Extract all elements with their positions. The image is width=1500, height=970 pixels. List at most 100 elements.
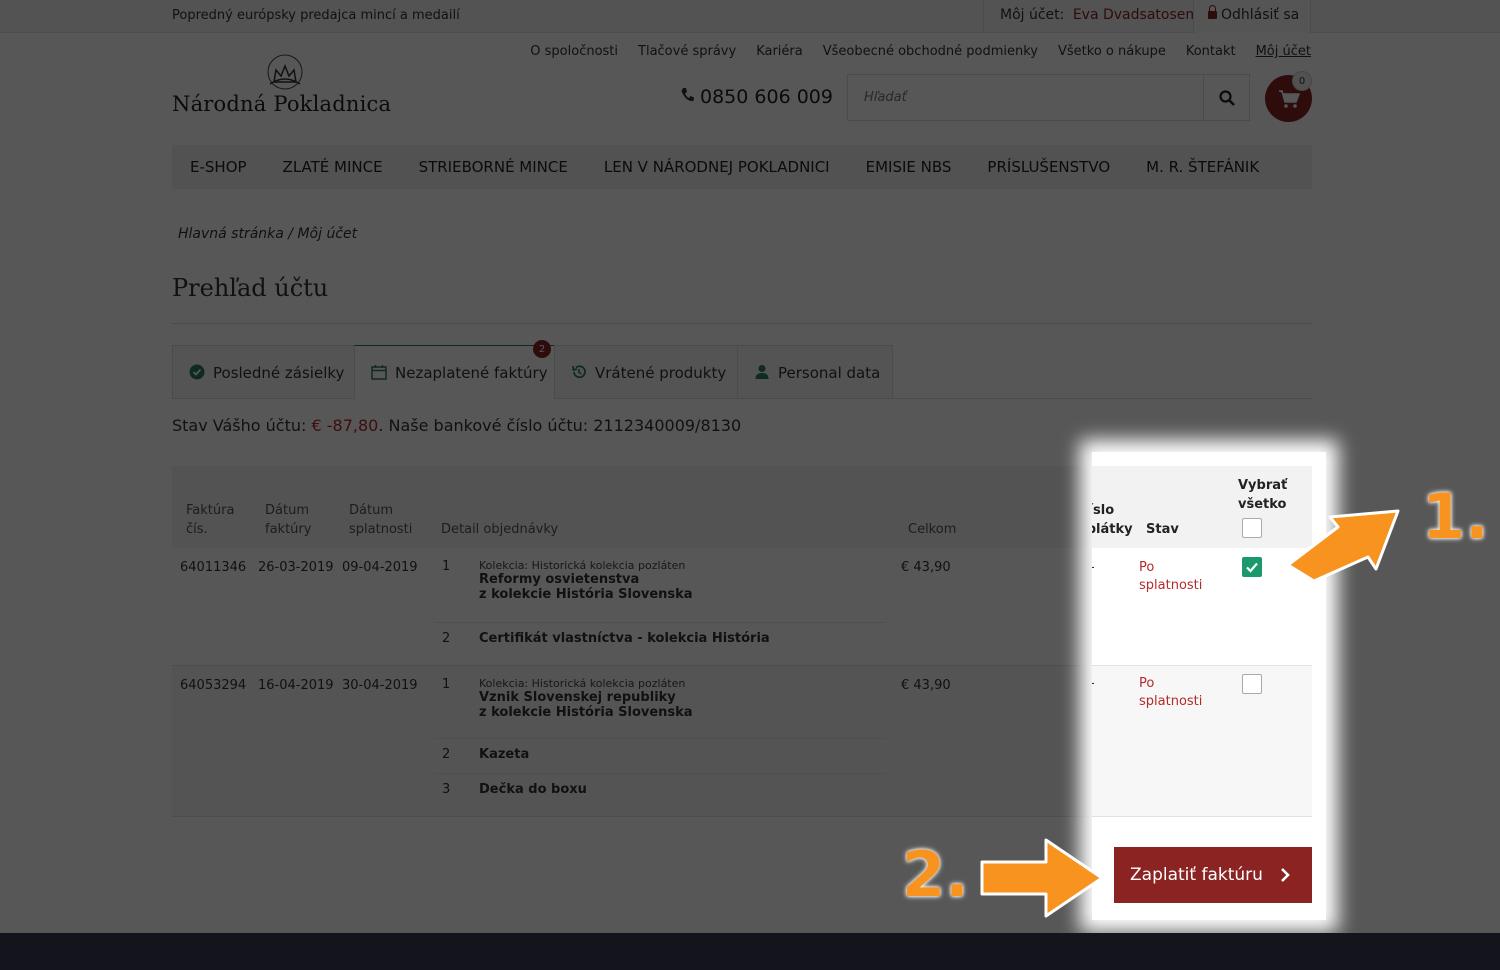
calendar-icon [371,365,387,380]
search-input[interactable] [848,75,1205,120]
order-item: 3 Dečka do boxu [434,774,886,814]
order-item: 1 Kolekcia: Historická kolekcia pozláten… [434,666,886,739]
link-obchodne-podmienky[interactable]: Všeobecné obchodné podmienky [823,44,1038,59]
logout-button[interactable]: Odhlásiť sa [1193,0,1311,33]
main-nav: E-SHOP ZLATÉ MINCE STRIEBORNÉ MINCE LEN … [172,145,1312,189]
annotation-step-2: 2. [902,838,969,911]
order-item: 2 Kazeta [434,739,886,774]
invoice-date: 16-04-2019 [258,678,334,693]
item-number: 2 [442,631,451,646]
page: Popredný európsky predajca mincí a medai… [0,0,1500,970]
installment-number: - [1092,675,1095,693]
account-tabs: Posledné zásielky Nezaplatené faktúry 2 … [172,340,1312,399]
link-kariera[interactable]: Kariéra [756,44,803,59]
order-item: 1 Kolekcia: Historická kolekcia pozláten… [434,548,886,623]
nav-item-stefanik[interactable]: M. R. ŠTEFÁNIK [1128,145,1277,189]
invoice-status: Po splatnosti [1139,676,1203,709]
item-name: Dečka do boxu [479,782,587,797]
invoice-date: 26-03-2019 [258,560,334,575]
link-kontakt[interactable]: Kontakt [1186,44,1236,59]
checkmark-icon [1246,562,1258,573]
unpaid-count-badge: 2 [533,340,551,358]
search-button[interactable] [1203,75,1249,120]
pay-invoice-label: Zaplatiť faktúru [1130,865,1263,885]
lock-icon [1208,5,1217,19]
phone-number[interactable]: 0850 606 009 [680,86,833,108]
item-name: Certifikát vlastníctva - kolekcia Histór… [479,631,770,646]
crown-emblem-icon [267,54,303,90]
breadcrumb[interactable]: Hlavná stránka / Môj účet [178,226,357,242]
tab-label: Posledné zásielky [213,364,345,382]
th-order-detail: Detail objednávky [441,522,559,537]
cart-icon [1278,89,1300,108]
due-date: 09-04-2019 [342,560,418,575]
check-circle-icon [189,364,205,380]
tagline: Popredný európsky predajca mincí a medai… [172,8,460,23]
chevron-right-icon [1281,868,1290,882]
th-invoice-date: Dátum faktúry [265,503,312,537]
nav-item-prislusenstvo[interactable]: PRÍSLUŠENSTVO [969,145,1128,189]
due-date: 30-04-2019 [342,678,418,693]
invoice-total: € 43,90 [901,560,951,575]
th-installment: Číslosplátky [1092,503,1133,537]
item-name: Reformy osvietenstva [479,572,640,587]
item-number: 1 [442,677,451,692]
nav-item-strieborne-mince[interactable]: STRIEBORNÉ MINCE [401,145,586,189]
link-vsetko-o-nakupe[interactable]: Všetko o nákupe [1058,44,1166,59]
item-collection: Kolekcia: Historická kolekcia pozláten [479,559,686,572]
item-number: 2 [442,747,451,762]
top-bar: Popredný európsky predajca mincí a medai… [0,0,1500,33]
nav-item-zlate-mince[interactable]: ZLATÉ MINCE [265,145,401,189]
footer [0,933,1500,970]
annotation-arrow-1-icon [1286,509,1400,583]
invoice-number: 64053294 [180,678,247,693]
invoice-checkbox[interactable] [1242,557,1262,577]
search-icon [1218,89,1235,106]
item-text: Kolekcia: Historická kolekcia pozláten V… [479,677,693,720]
th-status: Stav [1146,522,1179,537]
th-due-date: Dátum splatnosti [349,503,413,537]
annotation-arrow-2-icon [980,838,1104,918]
item-number: 1 [442,559,451,574]
link-tlacove-spravy[interactable]: Tlačové správy [638,44,736,59]
undo-history-icon [572,365,586,379]
cart-count-badge: 0 [1292,71,1312,91]
tab-label: Nezaplatené faktúry [395,364,548,382]
item-name: Kazeta [479,747,530,762]
invoice-number: 64011346 [180,560,247,575]
tab-personal-data[interactable]: Personal data [737,345,893,399]
account-user-link[interactable]: Eva Dvadsatosem [1073,7,1199,23]
item-subtitle: z kolekcie História Slovenska [479,587,693,602]
pay-invoice-button[interactable]: Zaplatiť faktúru [1114,847,1312,903]
tab-label: Personal data [778,364,881,382]
account-info: Môj účet: Eva Dvadsatosem [983,0,1199,33]
nav-item-emisie-nbs[interactable]: EMISIE NBS [848,145,970,189]
nav-item-len-v-np[interactable]: LEN V NÁRODNEJ POKLADNICI [586,145,848,189]
tab-nezaplatene-faktury[interactable]: Nezaplatené faktúry 2 [354,340,555,399]
invoice-checkbox[interactable] [1242,674,1262,694]
logout-label: Odhlásiť sa [1221,7,1300,23]
item-number: 3 [442,782,451,797]
search-box [847,74,1250,121]
cart-button[interactable]: 0 [1265,71,1312,122]
th-total: Celkom [908,522,957,537]
page-title: Prehľad účtu [172,274,329,302]
item-text: Kolekcia: Historická kolekcia pozláten R… [479,559,693,602]
link-moj-ucet[interactable]: Môj účet [1256,44,1311,59]
phone-text: 0850 606 009 [700,86,833,108]
tab-vratene-produkty[interactable]: Vrátené produkty [554,345,738,399]
account-label: Môj účet: [1000,7,1065,23]
site-logo[interactable]: Národná Pokladnica [172,52,412,122]
select-all-checkbox[interactable] [1242,518,1262,538]
balance-amount: € -87,80 [311,416,379,435]
account-balance: Stav Vášho účtu: € -87,80. Naše bankové … [172,416,741,435]
phone-icon [681,88,694,102]
link-o-spolocnosti[interactable]: O spoločnosti [530,44,618,59]
th-invoice: Faktúra čís. [186,503,235,537]
tab-posledne-zasielky[interactable]: Posledné zásielky [172,345,355,399]
invoice-total: € 43,90 [901,678,951,693]
bank-account-text: . Naše bankové číslo účtu: 2112340009/81… [378,416,742,435]
annotation-step-1: 1. [1422,480,1489,553]
top-links: O spoločnosti Tlačové správy Kariéra Vše… [530,44,1311,59]
nav-item-eshop[interactable]: E-SHOP [172,145,265,189]
